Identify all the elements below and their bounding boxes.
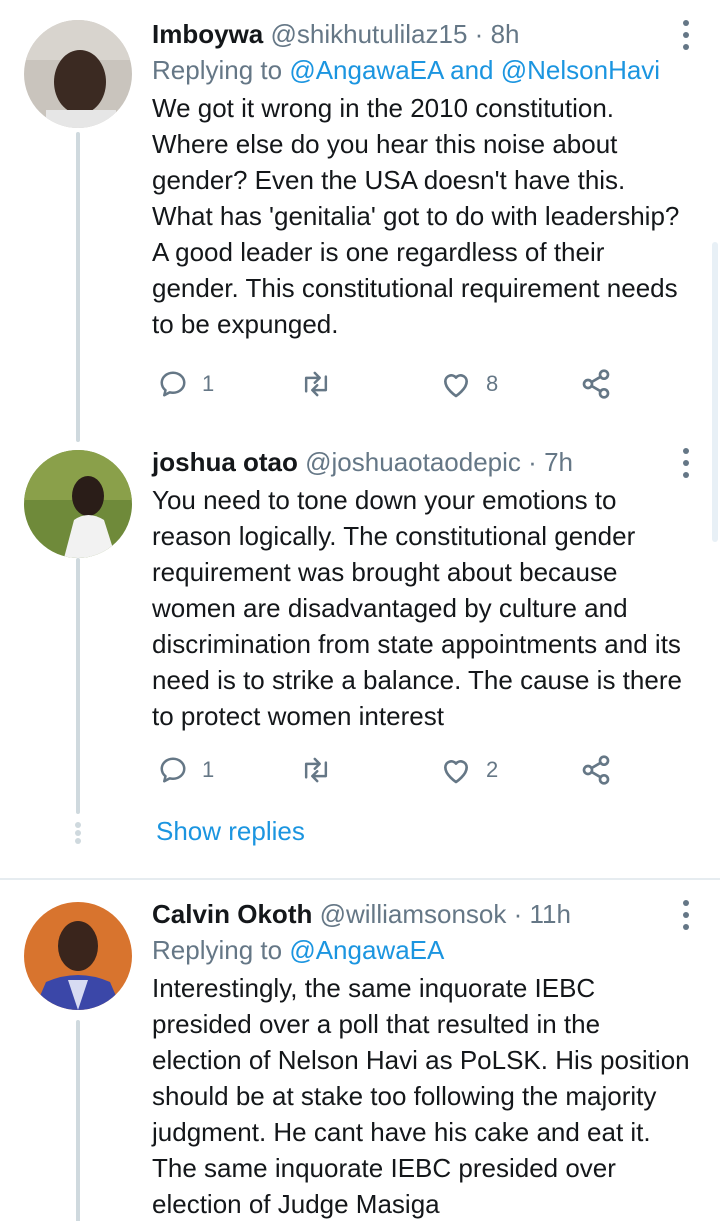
retweet-button[interactable]	[300, 364, 346, 404]
scrollbar[interactable]	[712, 242, 718, 542]
replying-to-line: Replying to @AngawaEA and @NelsonHavi	[152, 52, 690, 88]
timestamp: 11h	[529, 899, 571, 929]
reply-count: 1	[202, 757, 215, 782]
like-icon	[444, 374, 468, 398]
replying-to-line: Replying to @AngawaEA	[152, 932, 690, 968]
replying-to-mentions[interactable]: @AngawaEA and @NelsonHavi	[289, 55, 660, 85]
thread-line	[76, 1020, 80, 1221]
more-options-icon[interactable]	[682, 448, 690, 478]
separator-dot: ·	[513, 899, 523, 929]
avatar[interactable]	[24, 20, 132, 128]
reply-count: 1	[202, 371, 215, 396]
like-icon	[444, 760, 468, 784]
display-name[interactable]: Imboywa	[152, 19, 263, 49]
like-count: 2	[486, 757, 499, 782]
share-button[interactable]	[580, 364, 612, 404]
replying-prefix: Replying to	[152, 935, 283, 965]
tweet-header: Calvin Okoth @williamsonsok · 11h	[152, 896, 690, 932]
tweet-text: We got it wrong in the 2010 constitution…	[152, 93, 680, 339]
reply-icon	[160, 757, 186, 783]
tweet-text: Interestingly, the same inquorate IEBC p…	[152, 973, 690, 1219]
tweet-3[interactable]: Calvin Okoth @williamsonsok · 11h Replyi…	[0, 880, 720, 1221]
separator-dot: ·	[528, 447, 537, 477]
more-options-icon[interactable]	[682, 900, 690, 930]
replying-to-mentions[interactable]: @AngawaEA	[289, 935, 444, 965]
tweet-2[interactable]: joshua otao @joshuaotaodepic · 7h You ne…	[0, 440, 720, 880]
share-icon	[582, 369, 610, 399]
retweet-icon	[304, 371, 328, 397]
tweet-thread-view: Imboywa @shikhutulilaz15 · 8h Replying t…	[0, 0, 720, 1221]
like-button[interactable]: 8	[440, 364, 498, 404]
thread-line	[76, 132, 80, 442]
tweet-header: joshua otao @joshuaotaodepic · 7h	[152, 444, 690, 480]
user-handle[interactable]: @shikhutulilaz15	[270, 19, 467, 49]
like-button[interactable]: 2	[440, 750, 498, 790]
tweet-actions: 1 8	[152, 364, 632, 404]
tweet-text: You need to tone down your emotions to r…	[152, 485, 682, 731]
avatar[interactable]	[24, 450, 132, 558]
reply-button[interactable]: 1	[158, 364, 214, 404]
timestamp: 8h	[490, 19, 520, 49]
reply-button[interactable]: 1	[158, 750, 214, 790]
timestamp: 7h	[544, 447, 573, 477]
retweet-button[interactable]	[300, 750, 346, 790]
more-options-icon[interactable]	[682, 20, 690, 50]
avatar[interactable]	[24, 902, 132, 1010]
tweet-actions: 1 2	[152, 750, 632, 790]
user-handle[interactable]: @joshuaotaodepic	[305, 447, 521, 477]
user-handle[interactable]: @williamsonsok	[320, 899, 507, 929]
share-button[interactable]	[580, 750, 612, 790]
reply-icon	[160, 371, 186, 397]
retweet-icon	[304, 757, 328, 783]
tweet-header: Imboywa @shikhutulilaz15 · 8h	[152, 16, 690, 52]
tweet-1[interactable]: Imboywa @shikhutulilaz15 · 8h Replying t…	[0, 0, 720, 442]
display-name[interactable]: joshua otao	[152, 447, 298, 477]
share-icon	[582, 755, 610, 785]
thread-line	[76, 558, 80, 814]
separator-dot: ·	[474, 19, 484, 49]
like-count: 8	[486, 371, 499, 396]
display-name[interactable]: Calvin Okoth	[152, 899, 312, 929]
replying-prefix: Replying to	[152, 55, 283, 85]
show-replies-link[interactable]: Show replies	[156, 816, 305, 847]
thread-continuation-dots	[75, 822, 81, 844]
